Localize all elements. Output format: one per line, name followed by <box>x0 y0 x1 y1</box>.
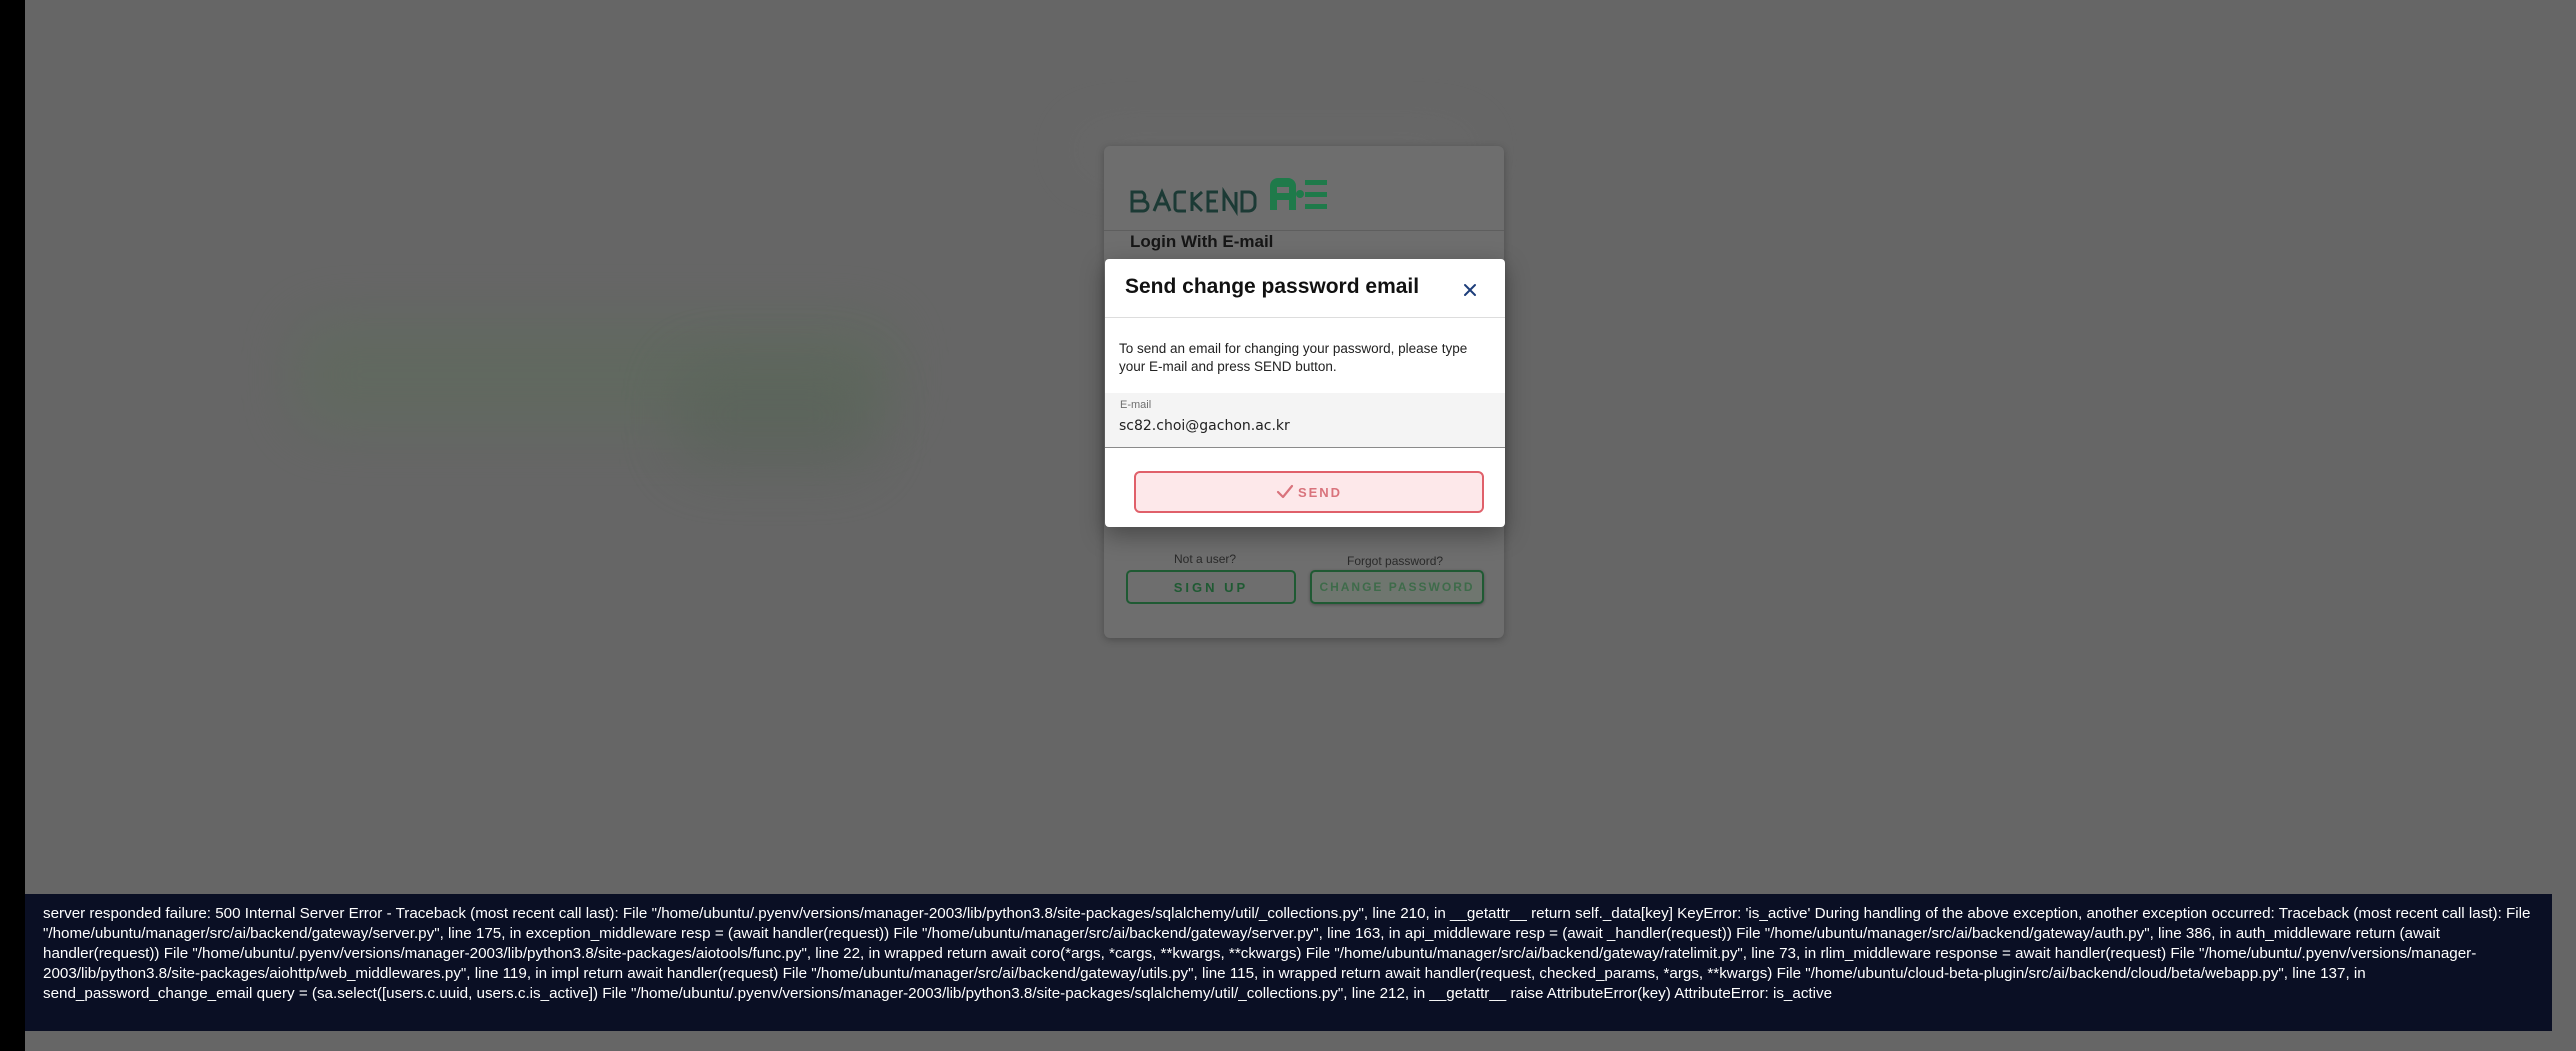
login-divider <box>1104 230 1504 231</box>
check-icon <box>1276 484 1294 499</box>
dialog-title: Send change password email <box>1125 275 1420 298</box>
not-a-user-text: Not a user? <box>1174 552 1237 566</box>
send-button[interactable]: SEND <box>1134 471 1484 513</box>
forgot-password-text: Forgot password? <box>1347 554 1444 568</box>
change-password-dialog: Send change password email To send an em… <box>1105 259 1505 527</box>
email-input[interactable] <box>1119 415 1489 437</box>
dialog-description: To send an email for changing your passw… <box>1119 341 1468 374</box>
email-field[interactable]: E-mail <box>1105 393 1505 448</box>
blurred-background-shape <box>675 360 875 470</box>
close-button[interactable] <box>1457 277 1483 303</box>
backend-ai-logo <box>1130 178 1327 217</box>
change-password-button[interactable]: CHANGE PASSWORD <box>1310 570 1484 604</box>
error-message: server responded failure: 500 Internal S… <box>43 905 2531 1002</box>
close-icon <box>1464 284 1476 296</box>
send-label: SEND <box>1297 484 1343 500</box>
login-title: Login With E-mail <box>1130 232 1274 251</box>
error-notification: server responded failure: 500 Internal S… <box>25 894 2552 1031</box>
left-edge-strip <box>0 0 25 1051</box>
email-label: E-mail <box>1120 399 1152 411</box>
sign-up-button[interactable]: SIGN UP <box>1126 570 1296 604</box>
dialog-separator <box>1105 317 1505 318</box>
